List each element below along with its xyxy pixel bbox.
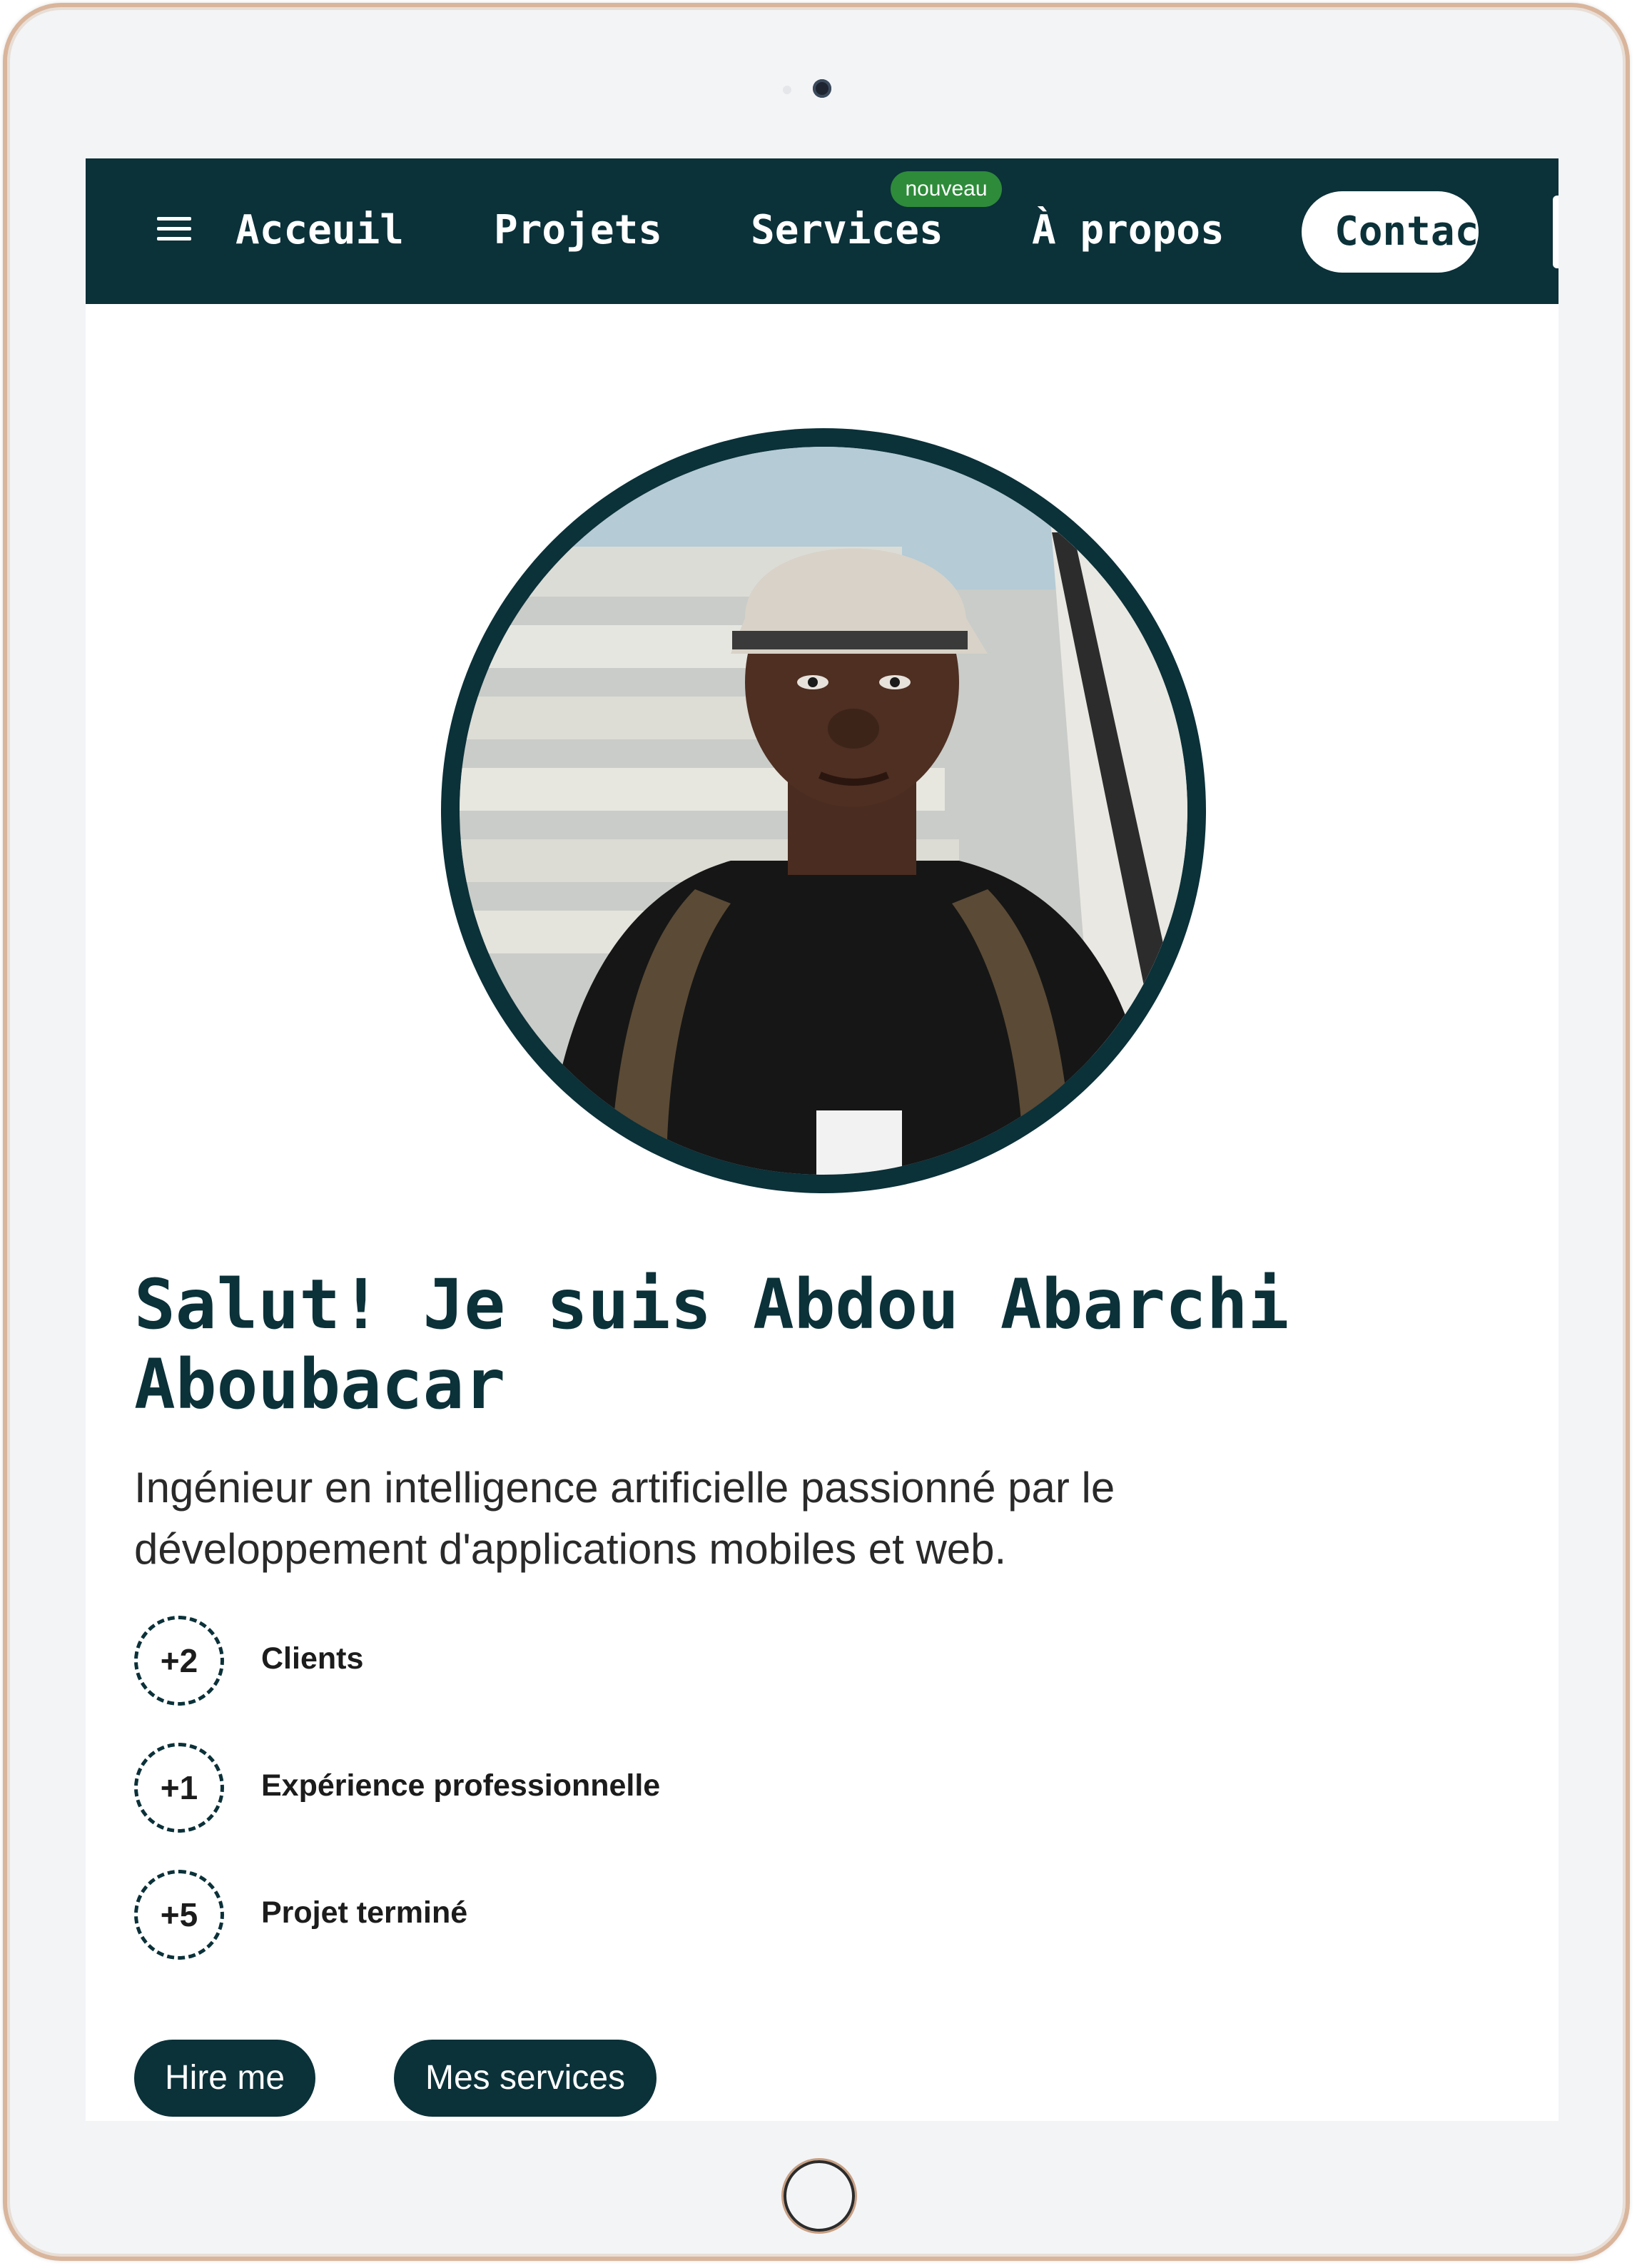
sensor-dot: [783, 86, 791, 94]
nav-link-services[interactable]: Services: [751, 206, 943, 255]
stat-value: +2: [134, 1616, 224, 1706]
stat-label: Projet terminé: [261, 1895, 468, 1930]
nav-link-a-propos[interactable]: À propos: [1032, 206, 1225, 255]
stat-value: +5: [134, 1870, 224, 1960]
profile-photo: [460, 447, 1187, 1175]
hero-description: Ingénieur en intelligence artificielle p…: [134, 1464, 1115, 1573]
stat-label: Clients: [261, 1641, 364, 1676]
stat-value: +1: [134, 1743, 224, 1833]
nav-link-acceuil[interactable]: Acceuil: [235, 206, 404, 255]
top-navbar: Acceuil Projets Services nouveau À propo…: [86, 158, 1559, 304]
front-camera: [813, 79, 831, 98]
home-button[interactable]: [784, 2160, 855, 2232]
tablet-frame: Acceuil Projets Services nouveau À propo…: [3, 3, 1630, 2261]
hire-me-button[interactable]: Hire me: [134, 2040, 315, 2117]
nav-link-projets[interactable]: Projets: [494, 206, 662, 255]
browser-viewport: Acceuil Projets Services nouveau À propo…: [86, 158, 1559, 2121]
hero-title: Salut! Je suis Abdou Abarchi Aboubacar: [134, 1265, 1289, 1424]
services-button[interactable]: Mes services: [394, 2040, 657, 2117]
stat-label: Expérience professionnelle: [261, 1768, 661, 1803]
profile-avatar: [441, 428, 1206, 1193]
hamburger-menu-icon[interactable]: [157, 217, 191, 241]
contact-label: Contact: [1334, 208, 1479, 255]
nav-link-contact[interactable]: Contact: [1302, 191, 1479, 273]
nav-overflow-item[interactable]: [1553, 196, 1559, 268]
new-badge: nouveau: [891, 171, 1002, 207]
